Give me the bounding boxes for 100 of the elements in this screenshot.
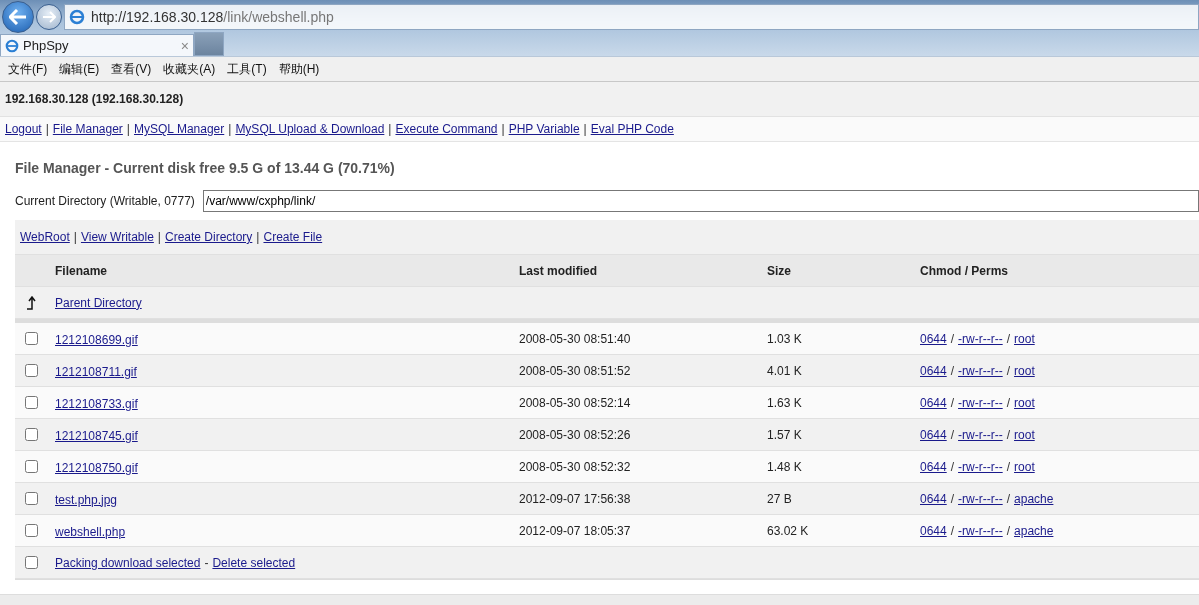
chmod-link[interactable]: 0644 <box>920 523 947 538</box>
nav-link[interactable]: Execute Command <box>395 122 498 136</box>
menu-item[interactable]: 收藏夹(A) <box>157 60 222 78</box>
size-cell-text: 27 B <box>767 491 793 506</box>
perm-separator: / <box>950 491 955 506</box>
browser-logo-icon <box>69 8 85 25</box>
modified-cell-text: 2012-09-07 18:05:37 <box>519 523 632 538</box>
chmod-link[interactable]: 0644 <box>920 395 947 410</box>
file-link[interactable]: test.php.jpg <box>55 492 118 507</box>
file-link[interactable]: 1212108699.gif <box>55 332 138 347</box>
row-checkbox[interactable] <box>25 492 38 505</box>
action-link[interactable]: Create Directory <box>165 230 253 244</box>
perm-separator: / <box>950 363 955 378</box>
perm-separator: / <box>950 331 955 346</box>
link-separator: | <box>45 122 49 136</box>
row-checkbox[interactable] <box>25 332 38 345</box>
delete-link[interactable]: Delete selected <box>212 555 296 570</box>
nav-link[interactable]: MySQL Upload & Download <box>235 122 385 136</box>
chmod-link[interactable]: 0644 <box>920 491 947 506</box>
link-separator: | <box>501 122 505 136</box>
file-link[interactable]: 1212108750.gif <box>55 460 138 475</box>
forward-button[interactable] <box>36 3 62 30</box>
owner-link[interactable]: root <box>1014 427 1035 442</box>
modified-cell-text: 2012-09-07 17:56:38 <box>519 491 632 506</box>
row-checkbox[interactable] <box>25 428 38 441</box>
menu-item[interactable]: 查看(V) <box>105 60 158 78</box>
link-separator: | <box>228 122 232 136</box>
perms-link[interactable]: -rw-r--r-- <box>958 395 1003 410</box>
link-separator: | <box>256 230 260 244</box>
directory-field[interactable]: /var/www/cxphp/link/ <box>202 190 1199 212</box>
perm-separator: / <box>950 523 955 538</box>
owner-link[interactable]: root <box>1014 363 1035 378</box>
select-all-checkbox[interactable] <box>25 556 38 569</box>
row-checkbox[interactable] <box>25 364 38 377</box>
page-title: File Manager - Current disk free 9.5 G of 13.44 G (70.71%) <box>15 160 396 176</box>
perm-separator: / <box>1006 523 1011 538</box>
browser-tab[interactable]: PhpSpy × <box>0 34 194 56</box>
size-cell-text: 1.57 K <box>767 427 803 442</box>
nav-link[interactable]: File Manager <box>52 122 123 136</box>
nav-link[interactable]: MySQL Manager <box>134 122 225 136</box>
link-separator: | <box>126 122 130 136</box>
directory-label: Current Directory (Writable, 0777) <box>15 194 195 208</box>
perms-link[interactable]: -rw-r--r-- <box>958 331 1003 346</box>
parent-directory-link[interactable]: Parent Directory <box>55 295 519 310</box>
menu-item[interactable]: 帮助(H) <box>272 60 326 78</box>
perms-link[interactable]: -rw-r--r-- <box>958 363 1003 378</box>
action-link[interactable]: WebRoot <box>20 230 70 244</box>
nav-link[interactable]: Logout <box>5 122 42 136</box>
modified-cell-text: 2008-05-30 08:51:52 <box>519 363 632 378</box>
browser-logo-icon <box>5 38 19 53</box>
perms-link[interactable]: -rw-r--r-- <box>958 523 1003 538</box>
host-name: 192.168.30.128 (192.168.30.128) <box>5 92 184 106</box>
file-link[interactable]: 1212108733.gif <box>55 396 138 411</box>
action-link[interactable]: Create File <box>263 230 323 244</box>
link-separator: - <box>204 555 209 570</box>
address-bar[interactable]: http://192.168.30.128/link/webshell.php <box>64 3 1199 30</box>
chmod-link[interactable]: 0644 <box>920 331 947 346</box>
perms-link[interactable]: -rw-r--r-- <box>958 459 1003 474</box>
menu-item[interactable]: 编辑(E) <box>53 60 106 78</box>
url-host: http://192.168.30.128 <box>91 8 224 25</box>
perm-separator: / <box>1006 331 1011 346</box>
url-path: /link/webshell.php <box>223 8 334 25</box>
row-checkbox[interactable] <box>25 396 38 409</box>
owner-link[interactable]: root <box>1014 459 1035 474</box>
download-link[interactable]: Packing download selected <box>55 555 201 570</box>
file-link[interactable]: 1212108711.gif <box>55 364 137 379</box>
back-button[interactable] <box>2 0 34 33</box>
chmod-link[interactable]: 0644 <box>920 459 947 474</box>
perms-link[interactable]: -rw-r--r-- <box>958 427 1003 442</box>
perm-separator: / <box>1006 491 1011 506</box>
action-link[interactable]: View Writable <box>80 230 154 244</box>
modified-cell-text: 2008-05-30 08:52:32 <box>519 459 632 474</box>
owner-link[interactable]: root <box>1014 331 1035 346</box>
nav-link[interactable]: PHP Variable <box>508 122 580 136</box>
perm-separator: / <box>950 395 955 410</box>
perm-separator: / <box>1006 427 1011 442</box>
nav-link[interactable]: Eval PHP Code <box>590 122 674 136</box>
perm-separator: / <box>1006 363 1011 378</box>
size-cell-text: 1.48 K <box>767 459 803 474</box>
column-header: Last modified <box>519 263 598 278</box>
owner-link[interactable]: root <box>1014 395 1035 410</box>
menu-item[interactable]: 工具(T) <box>221 60 273 78</box>
file-link[interactable]: 1212108745.gif <box>55 428 138 443</box>
size-cell-text: 1.63 K <box>767 395 803 410</box>
perms-link[interactable]: -rw-r--r-- <box>958 491 1003 506</box>
perm-separator: / <box>1006 395 1011 410</box>
perm-separator: / <box>950 459 955 474</box>
row-checkbox[interactable] <box>25 460 38 473</box>
owner-link[interactable]: apache <box>1014 491 1054 506</box>
forward-arrow-icon <box>42 10 56 23</box>
chmod-link[interactable]: 0644 <box>920 363 947 378</box>
menu-item[interactable]: 文件(F) <box>2 60 54 78</box>
perm-separator: / <box>1006 459 1011 474</box>
owner-link[interactable]: apache <box>1014 523 1054 538</box>
file-link[interactable]: webshell.php <box>55 524 126 539</box>
link-separator: | <box>157 230 161 244</box>
chmod-link[interactable]: 0644 <box>920 427 947 442</box>
perm-separator: / <box>950 427 955 442</box>
row-checkbox[interactable] <box>25 524 38 537</box>
link-separator: | <box>73 230 77 244</box>
